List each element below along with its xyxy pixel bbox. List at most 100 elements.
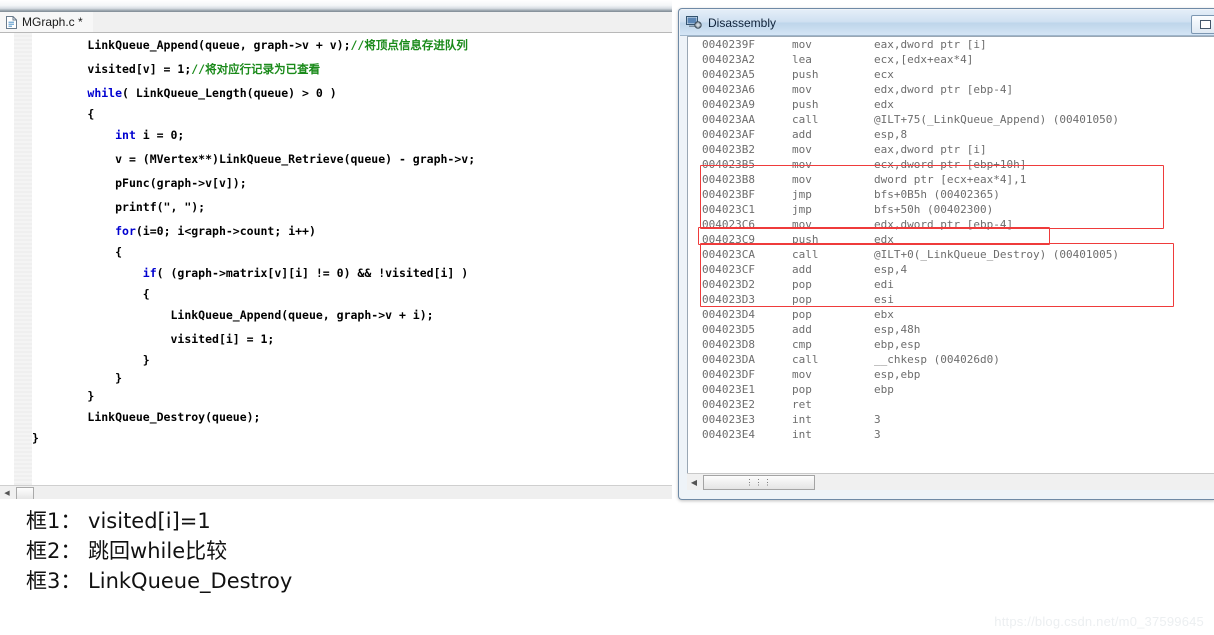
instruction-address: 004023D2 xyxy=(702,278,755,291)
disassembly-row[interactable]: 004023CF add esp,4 xyxy=(688,262,1214,277)
instruction-operands: ebx xyxy=(874,308,894,321)
instruction-operands: ebp,esp xyxy=(874,338,921,351)
instruction-address: 004023A6 xyxy=(702,83,755,96)
disassembly-instruction-list[interactable]: 0040239F mov eax,dword ptr [i] 004023A2 lea e… xyxy=(687,36,1214,475)
code-span-plain: } xyxy=(87,389,95,403)
code-span-plain: LinkQueue_Destroy(queue); xyxy=(87,410,261,424)
instruction-mnemonic: int xyxy=(792,428,812,441)
tab-mgraph-c[interactable]: MGraph.c * xyxy=(0,12,93,32)
instruction-address: 004023A5 xyxy=(702,68,755,81)
annotation-line: 框3： LinkQueue_Destroy xyxy=(26,569,293,593)
disassembly-row[interactable]: 004023A5 push ecx xyxy=(688,67,1214,82)
editor-horizontal-scrollbar[interactable]: ◀ xyxy=(0,485,672,499)
instruction-mnemonic: push xyxy=(792,98,819,111)
code-line: printf(", "); xyxy=(32,195,672,219)
disassembly-row[interactable]: 004023C1 jmp bfs+50h (00402300) xyxy=(688,202,1214,217)
instruction-address: 004023D4 xyxy=(702,308,755,321)
instruction-mnemonic: jmp xyxy=(792,188,812,201)
disassembly-row[interactable]: 004023DA call __chkesp (004026d0) xyxy=(688,352,1214,367)
code-span-keyword: if xyxy=(142,266,157,280)
disassembly-row[interactable]: 004023BF jmp bfs+0B5h (00402365) xyxy=(688,187,1214,202)
instruction-operands: __chkesp (004026d0) xyxy=(874,353,1000,366)
instruction-mnemonic: pop xyxy=(792,308,812,321)
disassembly-window: Disassembly 0040239F mov eax,dword ptr [i]… xyxy=(678,8,1214,500)
instruction-operands: edx,dword ptr [ebp-4] xyxy=(874,218,1014,231)
disassembly-title-bar[interactable]: Disassembly xyxy=(680,10,1214,36)
disassembly-row[interactable]: 004023A6 mov edx,dword ptr [ebp-4] xyxy=(688,82,1214,97)
code-line: v = (MVertex**)LinkQueue_Retrieve(queue)… xyxy=(32,147,672,171)
instruction-operands: edx,dword ptr [ebp-4] xyxy=(874,83,1014,96)
instruction-mnemonic: mov xyxy=(792,218,812,231)
instruction-address: 004023DF xyxy=(702,368,755,381)
instruction-address: 004023A9 xyxy=(702,98,755,111)
restore-window-icon[interactable] xyxy=(1191,15,1214,34)
restore-glyph xyxy=(1199,20,1211,29)
instruction-address: 0040239F xyxy=(702,38,755,51)
instruction-operands: esp,4 xyxy=(874,263,908,276)
code-span-plain: LinkQueue_Append(queue, graph->v + i); xyxy=(170,308,434,322)
instruction-mnemonic: add xyxy=(792,323,812,336)
instruction-address: 004023C9 xyxy=(702,233,755,246)
disassembly-row[interactable]: 004023B8 mov dword ptr [ecx+eax*4],1 xyxy=(688,172,1214,187)
instruction-address: 004023E2 xyxy=(702,398,755,411)
code-line: int i = 0; xyxy=(32,123,672,147)
instruction-address: 004023BF xyxy=(702,188,755,201)
code-line: while( LinkQueue_Length(queue) > 0 ) xyxy=(32,81,672,105)
instruction-address: 004023A2 xyxy=(702,53,755,66)
instruction-mnemonic: mov xyxy=(792,83,812,96)
disassembly-row[interactable]: 0040239F mov eax,dword ptr [i] xyxy=(688,37,1214,52)
source-editor-window: MGraph.c * LinkQueue_Append(queue, graph… xyxy=(0,0,672,499)
disassembly-row[interactable]: 004023A2 lea ecx,[edx+eax*4] xyxy=(688,52,1214,67)
instruction-operands: ecx,dword ptr [ebp+10h] xyxy=(874,158,1027,171)
disassembly-row[interactable]: 004023E1 pop ebp xyxy=(688,382,1214,397)
disassembly-row[interactable]: 004023D2 pop edi xyxy=(688,277,1214,292)
instruction-mnemonic: pop xyxy=(792,383,812,396)
instruction-address: 004023B8 xyxy=(702,173,755,186)
instruction-address: 004023AF xyxy=(702,128,755,141)
editor-left-margin xyxy=(0,33,14,485)
disassembly-scroll-thumb[interactable]: ⋮⋮⋮ xyxy=(703,474,815,490)
code-span-plain: { xyxy=(142,287,150,301)
instruction-address: 004023E4 xyxy=(702,428,755,441)
editor-top-chrome-strip xyxy=(0,0,672,12)
disassembly-row[interactable]: 004023B2 mov eax,dword ptr [i] xyxy=(688,142,1214,157)
code-span-keyword: while xyxy=(87,86,123,100)
instruction-operands: edi xyxy=(874,278,894,291)
code-span-plain: LinkQueue_Append(queue, graph->v + v); xyxy=(87,38,351,52)
instruction-mnemonic: pop xyxy=(792,293,812,306)
disassembly-row[interactable]: 004023C6 mov edx,dword ptr [ebp-4] xyxy=(688,217,1214,232)
watermark-url: https://blog.csdn.net/m0_37599645 xyxy=(994,614,1204,629)
disassembly-row[interactable]: 004023E3 int 3 xyxy=(688,412,1214,427)
instruction-address: 004023AA xyxy=(702,113,755,126)
disassembly-row[interactable]: 004023E4 int 3 xyxy=(688,427,1214,442)
scroll-left-arrow-icon[interactable]: ◀ xyxy=(0,487,14,500)
disassembly-row[interactable]: 004023D8 cmp ebp,esp xyxy=(688,337,1214,352)
disassembly-row[interactable]: 004023B5 mov ecx,dword ptr [ebp+10h] xyxy=(688,157,1214,172)
instruction-operands: @ILT+0(_LinkQueue_Destroy) (00401005) xyxy=(874,248,1120,261)
disassembly-row[interactable]: 004023A9 push edx xyxy=(688,97,1214,112)
instruction-mnemonic: push xyxy=(792,68,819,81)
disassembly-row[interactable]: 004023D5 add esp,48h xyxy=(688,322,1214,337)
disassembly-row[interactable]: 004023E2 ret xyxy=(688,397,1214,412)
disassembly-row[interactable]: 004023AA call @ILT+75(_LinkQueue_Append) (… xyxy=(688,112,1214,127)
instruction-mnemonic: mov xyxy=(792,143,812,156)
disassembly-row[interactable]: 004023D4 pop ebx xyxy=(688,307,1214,322)
scroll-left-arrow-icon[interactable]: ◀ xyxy=(687,475,701,490)
instruction-mnemonic: add xyxy=(792,128,812,141)
disassembly-row[interactable]: 004023AF add esp,8 xyxy=(688,127,1214,142)
annotation-line: 框1： visited[i]=1 xyxy=(26,509,211,533)
disassembly-row[interactable]: 004023D3 pop esi xyxy=(688,292,1214,307)
source-code-text[interactable]: LinkQueue_Append(queue, graph->v + v);//… xyxy=(32,33,672,485)
editor-tab-bar: MGraph.c * xyxy=(0,12,672,33)
disassembly-row[interactable]: 004023C9 push edx xyxy=(688,232,1214,247)
instruction-mnemonic: mov xyxy=(792,173,812,186)
code-line: } xyxy=(32,429,672,447)
disassembly-row[interactable]: 004023CA call @ILT+0(_LinkQueue_Destroy) (… xyxy=(688,247,1214,262)
editor-change-gutter xyxy=(14,33,32,485)
editor-scroll-track[interactable] xyxy=(34,486,672,499)
instruction-mnemonic: pop xyxy=(792,278,812,291)
editor-scroll-thumb[interactable] xyxy=(16,486,34,499)
disassembly-horizontal-scrollbar[interactable]: ◀ ⋮⋮⋮ xyxy=(687,473,1214,490)
code-span-keyword: for xyxy=(115,224,136,238)
disassembly-row[interactable]: 004023DF mov esp,ebp xyxy=(688,367,1214,382)
